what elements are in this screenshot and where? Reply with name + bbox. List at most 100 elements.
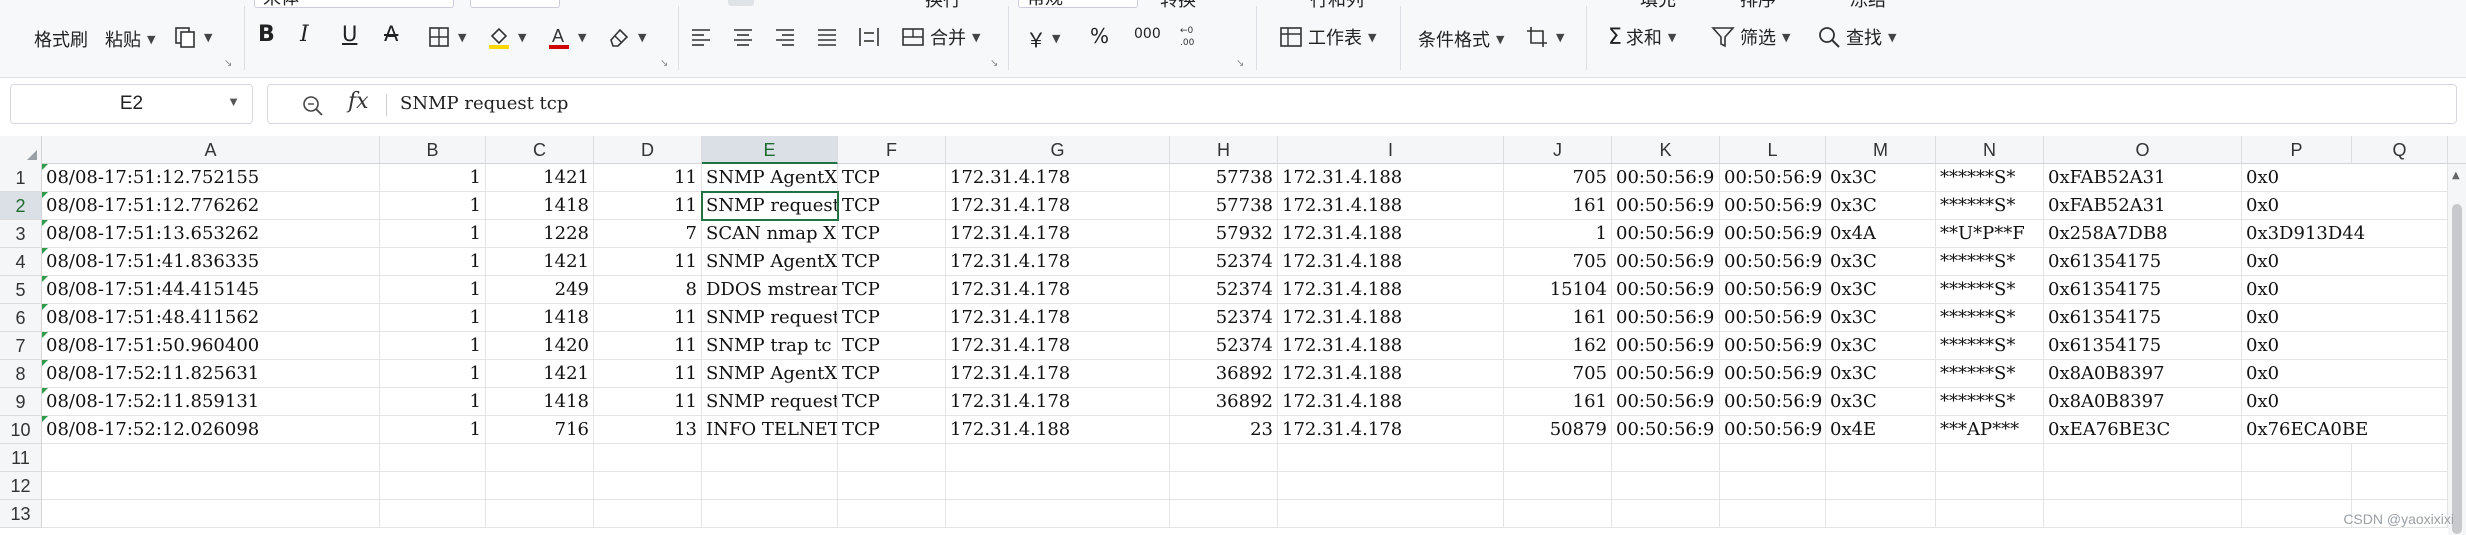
empty-cell[interactable]: [2044, 444, 2242, 472]
cell-n6[interactable]: ******S*: [1936, 304, 2044, 332]
cell-i1[interactable]: 172.31.4.188: [1278, 164, 1504, 192]
copy-button[interactable]: ▼: [172, 24, 212, 50]
column-header-f[interactable]: F: [838, 136, 946, 164]
merge-cells-button[interactable]: 合并 ▼: [900, 24, 980, 50]
convert-button[interactable]: 转换: [1160, 0, 1196, 8]
cell-c6[interactable]: 1418: [486, 304, 594, 332]
cell-l2[interactable]: 00:50:56:9: [1720, 192, 1826, 220]
column-header-i[interactable]: I: [1278, 136, 1504, 164]
cell-k1[interactable]: 00:50:56:9: [1612, 164, 1720, 192]
cell-f3[interactable]: TCP: [838, 220, 946, 248]
cell-f5[interactable]: TCP: [838, 276, 946, 304]
cell-p3[interactable]: 0x3D913D44: [2242, 220, 2365, 248]
cell-h7[interactable]: 52374: [1170, 332, 1278, 360]
empty-cell[interactable]: [1278, 472, 1504, 500]
empty-cell[interactable]: [2352, 192, 2448, 220]
align-right-button[interactable]: [772, 24, 798, 50]
cell-h6[interactable]: 52374: [1170, 304, 1278, 332]
column-header-c[interactable]: C: [486, 136, 594, 164]
font-color-button[interactable]: A ▼: [546, 24, 586, 50]
cell-h10[interactable]: 23: [1170, 416, 1278, 444]
cell-m7[interactable]: 0x3C: [1826, 332, 1936, 360]
cell-b7[interactable]: 1: [380, 332, 486, 360]
column-header-b[interactable]: B: [380, 136, 486, 164]
cell-d7[interactable]: 11: [594, 332, 702, 360]
cell-h2[interactable]: 57738: [1170, 192, 1278, 220]
cell-g8[interactable]: 172.31.4.178: [946, 360, 1170, 388]
zoom-icon[interactable]: [300, 93, 326, 119]
cell-n8[interactable]: ******S*: [1936, 360, 2044, 388]
cell-e10[interactable]: INFO TELNET: [702, 416, 838, 444]
cell-o8[interactable]: 0x8A0B8397: [2044, 360, 2242, 388]
empty-cell[interactable]: [1170, 472, 1278, 500]
cell-m3[interactable]: 0x4A: [1826, 220, 1936, 248]
cell-d6[interactable]: 11: [594, 304, 702, 332]
column-header-g[interactable]: G: [946, 136, 1170, 164]
cell-o5[interactable]: 0x61354175: [2044, 276, 2242, 304]
row-header-7[interactable]: 7: [0, 332, 42, 360]
decimal-button[interactable]: ←0.00: [1178, 22, 1204, 48]
empty-cell[interactable]: [2352, 472, 2448, 500]
cell-c3[interactable]: 1228: [486, 220, 594, 248]
cell-a1[interactable]: 08/08-17:51:12.752155: [42, 164, 380, 192]
cell-m5[interactable]: 0x3C: [1826, 276, 1936, 304]
scroll-up-icon[interactable]: ▲: [2452, 170, 2460, 181]
empty-cell[interactable]: [486, 500, 594, 528]
cell-a10[interactable]: 08/08-17:52:12.026098: [42, 416, 380, 444]
fill-button[interactable]: 填充: [1640, 0, 1676, 8]
empty-cell[interactable]: [42, 472, 380, 500]
strikethrough-button[interactable]: A: [384, 22, 398, 46]
cell-b10[interactable]: 1: [380, 416, 486, 444]
empty-cell[interactable]: [2242, 500, 2352, 528]
thousands-separator-button[interactable]: 000: [1134, 26, 1161, 42]
select-all-corner[interactable]: [0, 136, 42, 164]
empty-cell[interactable]: [2352, 360, 2448, 388]
cell-f2[interactable]: TCP: [838, 192, 946, 220]
cell-j8[interactable]: 705: [1504, 360, 1612, 388]
row-column-button[interactable]: 行和列: [1310, 0, 1364, 8]
empty-cell[interactable]: [1936, 472, 2044, 500]
row-header-11[interactable]: 11: [0, 444, 42, 472]
empty-cell[interactable]: [2352, 248, 2448, 276]
cell-l9[interactable]: 00:50:56:9: [1720, 388, 1826, 416]
name-box[interactable]: E2 ▼: [10, 84, 253, 124]
row-header-9[interactable]: 9: [0, 388, 42, 416]
cell-size-button[interactable]: ▼: [1524, 24, 1564, 50]
underline-button[interactable]: U: [342, 22, 357, 46]
cell-d8[interactable]: 11: [594, 360, 702, 388]
empty-cell[interactable]: [838, 444, 946, 472]
cell-f6[interactable]: TCP: [838, 304, 946, 332]
cell-d1[interactable]: 11: [594, 164, 702, 192]
cell-o1[interactable]: 0xFAB52A31: [2044, 164, 2242, 192]
cell-d5[interactable]: 8: [594, 276, 702, 304]
empty-cell[interactable]: [1720, 500, 1826, 528]
cell-i8[interactable]: 172.31.4.188: [1278, 360, 1504, 388]
cell-p9[interactable]: 0x0: [2242, 388, 2352, 416]
cell-o6[interactable]: 0x61354175: [2044, 304, 2242, 332]
cell-f4[interactable]: TCP: [838, 248, 946, 276]
cell-k4[interactable]: 00:50:56:9: [1612, 248, 1720, 276]
empty-cell[interactable]: [1278, 500, 1504, 528]
scrollbar-thumb[interactable]: [2452, 204, 2462, 534]
empty-cell[interactable]: [380, 500, 486, 528]
cell-n10[interactable]: ***AP***: [1936, 416, 2044, 444]
cell-e1[interactable]: SNMP AgentX/: [702, 164, 838, 192]
empty-cell[interactable]: [838, 472, 946, 500]
cell-g5[interactable]: 172.31.4.178: [946, 276, 1170, 304]
empty-cell[interactable]: [42, 500, 380, 528]
cell-a4[interactable]: 08/08-17:51:41.836335: [42, 248, 380, 276]
cell-m6[interactable]: 0x3C: [1826, 304, 1936, 332]
alignment-group-launcher-icon[interactable]: ↘: [990, 58, 998, 69]
cell-m1[interactable]: 0x3C: [1826, 164, 1936, 192]
cell-j9[interactable]: 161: [1504, 388, 1612, 416]
cell-p7[interactable]: 0x0: [2242, 332, 2352, 360]
row-header-2[interactable]: 2: [0, 192, 42, 220]
cell-c10[interactable]: 716: [486, 416, 594, 444]
row-header-5[interactable]: 5: [0, 276, 42, 304]
row-header-3[interactable]: 3: [0, 220, 42, 248]
cell-k5[interactable]: 00:50:56:9: [1612, 276, 1720, 304]
cell-l10[interactable]: 00:50:56:9: [1720, 416, 1826, 444]
cell-e6[interactable]: SNMP request: [702, 304, 838, 332]
empty-cell[interactable]: [838, 500, 946, 528]
wrap-text-button[interactable]: 换行: [925, 0, 961, 8]
